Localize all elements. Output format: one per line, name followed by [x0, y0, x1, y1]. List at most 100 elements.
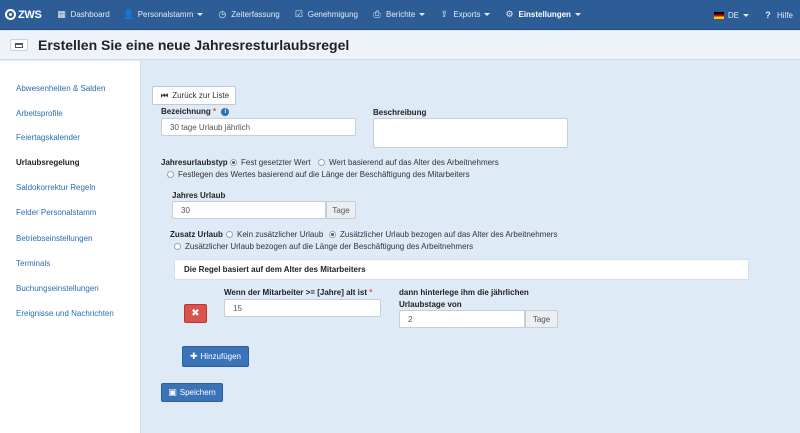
typ-option-laenge[interactable]: Festlegen des Wertes basierend auf die L…	[167, 170, 470, 179]
save-icon: ▣	[168, 387, 177, 397]
zusatz-option-alter[interactable]: Zusätzlicher Urlaub bezogen auf das Alte…	[329, 230, 557, 239]
required-marker: *	[369, 288, 373, 297]
back-to-list-button[interactable]: ⏮ Zurück zur Liste	[152, 86, 236, 105]
sidebar-item-ereignisse[interactable]: Ereignisse und Nachrichten	[16, 309, 114, 318]
nav-einstellungen-label: Einstellungen	[518, 10, 571, 19]
nav-genehmigung[interactable]: ☑ Genehmigung	[287, 0, 365, 30]
help-label: Hilfe	[776, 10, 793, 20]
nav-personalstamm-label: Personalstamm	[137, 10, 194, 19]
sidebar-item-betriebseinstellungen[interactable]: Betriebseinstellungen	[16, 234, 93, 243]
bezeichnung-input[interactable]: 30 tage Urlaub jährlich	[161, 118, 356, 136]
jahres-urlaub-input[interactable]: 30	[172, 201, 326, 219]
bezeichnung-label: Bezeichnung * i	[161, 107, 230, 116]
typ-option-alter[interactable]: Wert basierend auf das Alter des Arbeitn…	[318, 158, 499, 167]
nav-dashboard-label: Dashboard	[70, 10, 110, 19]
radio-unselected[interactable]	[174, 243, 181, 250]
tage-addon: Tage	[326, 201, 356, 219]
chevron-down-icon	[742, 13, 749, 17]
sidebar-item-feiertagskalender[interactable]: Feiertagskalender	[16, 133, 80, 142]
days-label-line2: Urlaubstage von	[399, 300, 462, 309]
page-title: Erstellen Sie eine neue Jahresresturlaub…	[38, 37, 350, 53]
zusatz-option-alter-label: Zusätzlicher Urlaub bezogen auf das Alte…	[340, 230, 558, 239]
radio-unselected[interactable]	[167, 171, 174, 178]
printer-icon: ⎙	[373, 9, 381, 19]
zusatz-option-kein-label: Kein zusätzlicher Urlaub	[237, 230, 324, 239]
nav-einstellungen[interactable]: ⚙ Einstellungen	[497, 0, 587, 30]
upload-icon: ⇪	[440, 9, 449, 19]
required-marker: *	[213, 107, 217, 116]
typ-option-fest-label: Fest gesetzter Wert	[241, 158, 311, 167]
help-link[interactable]: ? Hilfe	[756, 0, 800, 30]
nav-berichte[interactable]: ⎙ Berichte	[365, 0, 432, 30]
sidebar-item-felder-personalstamm[interactable]: Felder Personalstamm	[16, 208, 96, 217]
nav-personalstamm[interactable]: 👤 Personalstamm	[117, 0, 211, 30]
grid-icon: ▦	[57, 9, 66, 19]
question-icon: ?	[765, 10, 771, 20]
zusatz-option-laenge[interactable]: Zusätzlicher Urlaub bezogen auf die Läng…	[174, 242, 473, 251]
radio-unselected[interactable]	[318, 159, 325, 166]
sidebar-item-saldokorrektur[interactable]: Saldokorrektur Regeln	[16, 183, 96, 192]
tage-addon: Tage	[525, 310, 558, 328]
save-button[interactable]: ▣ Speichern	[161, 383, 223, 402]
nav-zeiterfassung-label: Zeiterfassung	[231, 10, 280, 19]
beschreibung-label: Beschreibung	[373, 108, 427, 117]
gear-icon: ⚙	[505, 9, 514, 19]
delete-rule-button[interactable]: ✖	[184, 304, 207, 323]
calendar-icon	[10, 39, 28, 51]
sidebar-item-abwesenheiten[interactable]: Abwesenheiten & Salden	[16, 84, 105, 93]
typ-option-alter-label: Wert basierend auf das Alter des Arbeitn…	[329, 158, 499, 167]
settings-sidebar: Abwesenheiten & Salden Arbeitsprofile Fe…	[0, 61, 141, 433]
add-rule-button[interactable]: ✚ Hinzufügen	[182, 346, 249, 367]
nav-exports-label: Exports	[453, 10, 481, 19]
brand-logo-link[interactable]: ZWS	[5, 9, 42, 21]
german-flag-icon	[713, 11, 724, 19]
step-back-icon: ⏮	[161, 90, 169, 100]
nav-dashboard[interactable]: ▦ Dashboard	[50, 0, 117, 30]
age-input[interactable]: 15	[224, 299, 381, 317]
rule-panel-heading: Die Regel basiert auf dem Alter des Mita…	[174, 259, 749, 280]
add-rule-label: Hinzufügen	[200, 352, 242, 361]
save-label: Speichern	[179, 388, 216, 397]
chevron-down-icon	[484, 13, 491, 16]
sidebar-item-terminals[interactable]: Terminals	[16, 259, 50, 268]
clock-icon: ◷	[218, 9, 227, 19]
top-navbar: ZWS ▦ Dashboard 👤 Personalstamm ◷ Zeiter…	[0, 0, 800, 30]
zusatz-option-kein[interactable]: Kein zusätzlicher Urlaub	[226, 230, 323, 239]
language-dropdown[interactable]: DE	[707, 0, 756, 30]
zusatz-urlaub-label: Zusatz Urlaub	[170, 230, 223, 239]
language-label: DE	[727, 10, 739, 20]
radio-unselected[interactable]	[226, 231, 233, 238]
chevron-down-icon	[197, 13, 204, 16]
main-content: ⏮ Zurück zur Liste Bezeichnung * i 30 ta…	[142, 61, 800, 433]
chevron-down-icon	[574, 13, 581, 16]
logo-icon	[5, 9, 16, 20]
typ-option-fest[interactable]: Fest gesetzter Wert	[230, 158, 311, 167]
nav-genehmigung-label: Genehmigung	[307, 10, 358, 19]
nav-zeiterfassung[interactable]: ◷ Zeiterfassung	[210, 0, 286, 30]
radio-selected[interactable]	[230, 159, 237, 166]
plus-icon: ✚	[189, 351, 198, 361]
user-icon: 👤	[123, 9, 135, 19]
sidebar-item-urlaubsregelung[interactable]: Urlaubsregelung	[16, 158, 80, 167]
page-header: Erstellen Sie eine neue Jahresresturlaub…	[0, 31, 800, 60]
jahres-urlaub-label: Jahres Urlaub	[172, 191, 226, 200]
nav-exports[interactable]: ⇪ Exports	[432, 0, 497, 30]
brand-name: ZWS	[18, 8, 42, 21]
age-label: Wenn der Mitarbeiter >= [Jahre] alt ist …	[224, 288, 372, 297]
sidebar-item-buchungseinstellungen[interactable]: Buchungseinstellungen	[16, 284, 99, 293]
age-label-text: Wenn der Mitarbeiter >= [Jahre] alt ist	[224, 288, 368, 297]
typ-option-laenge-label: Festlegen des Wertes basierend auf die L…	[178, 170, 470, 179]
beschreibung-textarea[interactable]	[373, 118, 568, 148]
zusatz-option-laenge-label: Zusätzlicher Urlaub bezogen auf die Läng…	[185, 242, 474, 251]
days-input[interactable]: 2	[399, 310, 525, 328]
radio-selected[interactable]	[329, 231, 336, 238]
close-icon: ✖	[191, 308, 200, 319]
info-icon[interactable]: i	[221, 107, 230, 116]
chevron-down-icon	[419, 13, 426, 16]
back-to-list-label: Zurück zur Liste	[172, 91, 230, 100]
sidebar-item-arbeitsprofile[interactable]: Arbeitsprofile	[16, 109, 63, 118]
nav-berichte-label: Berichte	[386, 10, 416, 19]
jahresurlaubstyp-label: Jahresurlaubstyp	[161, 158, 228, 167]
checkbox-icon: ☑	[294, 9, 303, 19]
bezeichnung-label-text: Bezeichnung	[161, 107, 211, 116]
